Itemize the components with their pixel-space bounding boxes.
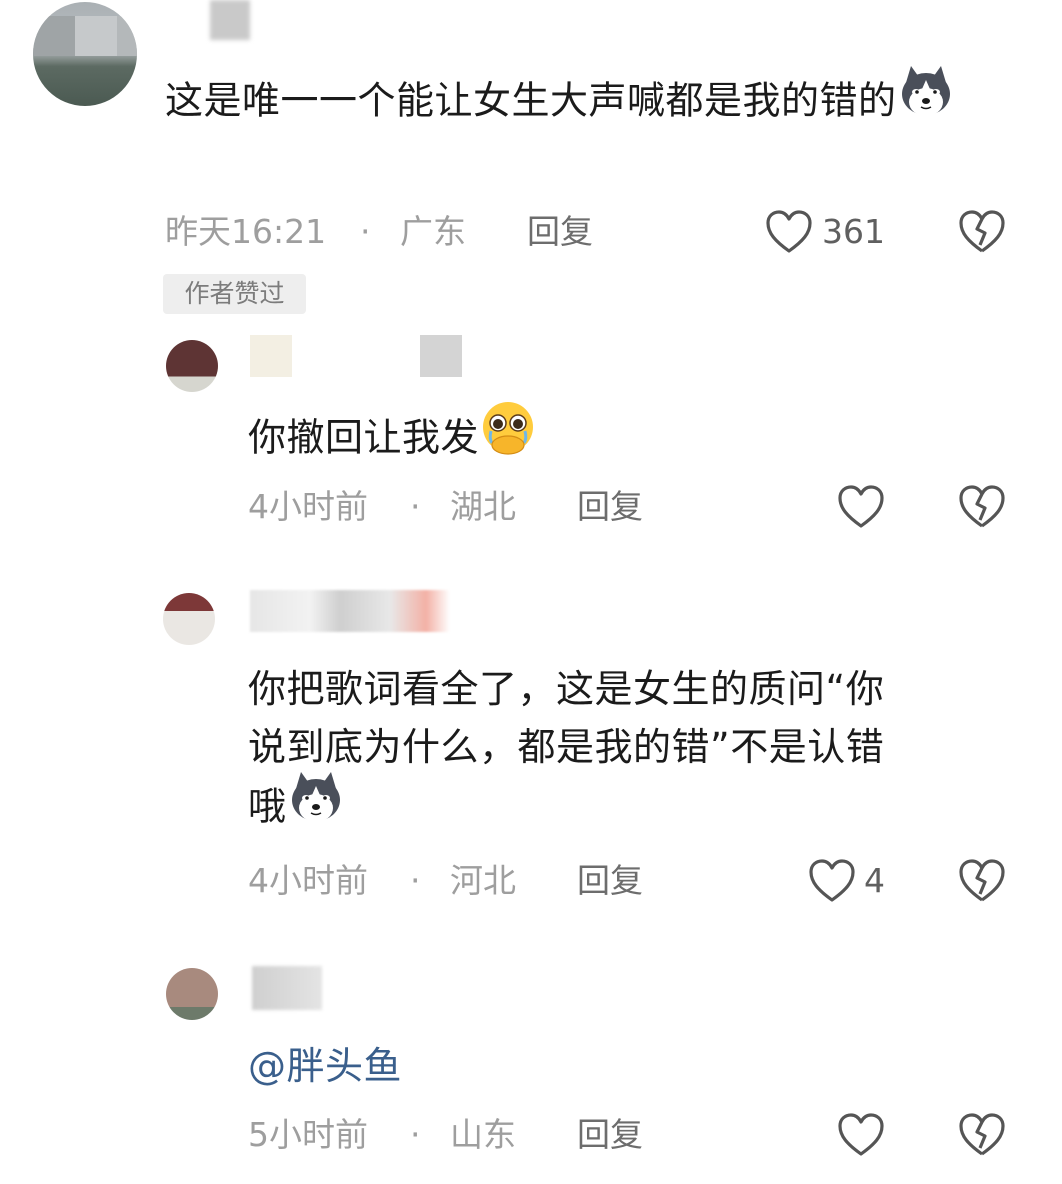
comment-location: 河北 — [450, 861, 516, 900]
comment-text: 你撤回让我发 — [248, 402, 537, 473]
separator-dot: · — [410, 1115, 421, 1154]
reply-button[interactable]: 回复 — [577, 487, 643, 527]
comment-text: 这是唯一一个能让女生大声喊都是我的错的 — [165, 66, 955, 136]
username-blurred[interactable] — [210, 0, 250, 40]
like-count: 4 — [864, 861, 885, 900]
broken-heart-icon[interactable] — [958, 484, 1006, 534]
separator-dot: · — [410, 861, 421, 900]
comment-text-line-3: 哦 — [248, 772, 345, 842]
husky-face-icon — [287, 768, 345, 842]
comment-time: 4小时前 — [248, 861, 368, 900]
author-liked-badge: 作者赞过 — [163, 274, 306, 314]
heart-icon[interactable] — [837, 1112, 885, 1162]
mention-link[interactable]: @胖头鱼 — [248, 1044, 402, 1088]
avatar[interactable] — [163, 593, 215, 645]
broken-heart-icon[interactable] — [958, 209, 1006, 259]
separator-dot: · — [360, 212, 371, 251]
broken-heart-icon[interactable] — [958, 858, 1006, 908]
comment-time: 4小时前 — [248, 487, 368, 526]
heart-icon[interactable] — [837, 484, 885, 534]
pleading-face-icon — [479, 399, 537, 473]
avatar[interactable] — [166, 968, 218, 1020]
comment-time: 5小时前 — [248, 1115, 368, 1154]
avatar[interactable] — [33, 2, 137, 106]
broken-heart-icon[interactable] — [958, 1112, 1006, 1162]
husky-face-icon — [897, 62, 955, 136]
comment-text: @胖头鱼 — [248, 1037, 402, 1095]
comment-time: 昨天16:21 — [165, 212, 327, 251]
username-blurred[interactable] — [420, 335, 462, 377]
reply-button[interactable]: 回复 — [577, 861, 643, 901]
heart-icon[interactable] — [808, 858, 856, 908]
comment-location: 广东 — [400, 212, 466, 251]
separator-dot: · — [410, 487, 421, 526]
reply-button[interactable]: 回复 — [577, 1115, 643, 1155]
like-count: 361 — [822, 212, 885, 251]
reply-button[interactable]: 回复 — [527, 212, 593, 252]
comment-text-line-1: 你把歌词看全了，这是女生的质问“你 — [248, 667, 885, 711]
username-blurred[interactable] — [250, 335, 292, 377]
username-blurred[interactable] — [250, 590, 450, 632]
avatar[interactable] — [166, 340, 218, 392]
heart-icon[interactable] — [765, 209, 813, 259]
comment-location: 湖北 — [450, 487, 516, 526]
username-blurred[interactable] — [252, 966, 322, 1010]
comment-location: 山东 — [450, 1115, 516, 1154]
